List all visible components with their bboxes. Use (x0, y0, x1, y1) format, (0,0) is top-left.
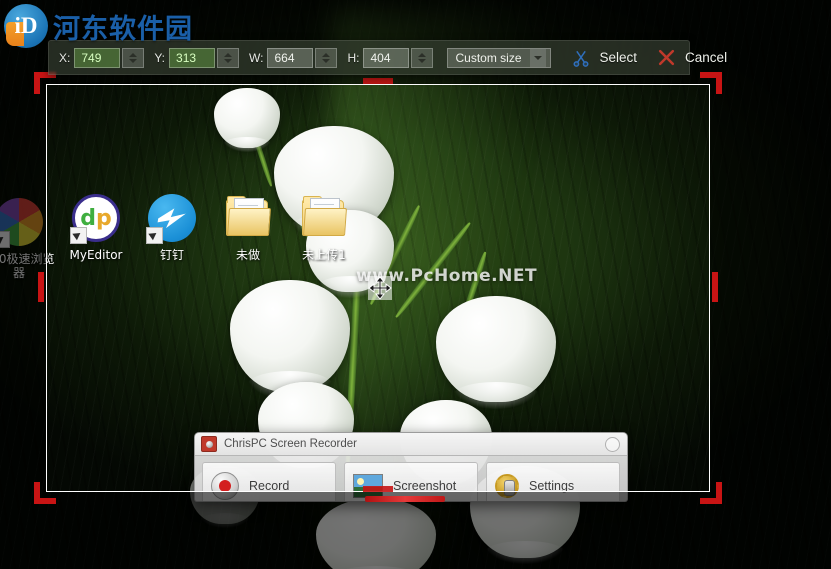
selection-handle-top-left[interactable] (34, 72, 56, 94)
height-input[interactable]: 404 (363, 47, 410, 68)
select-button[interactable]: Select (571, 48, 638, 68)
x-input[interactable]: 749 (74, 47, 121, 68)
size-preset-dropdown[interactable]: Custom size (447, 47, 551, 68)
window-title: ChrisPC Screen Recorder (224, 438, 357, 450)
site-logo: iD 河东软件园 (4, 4, 193, 48)
height-spinner[interactable] (411, 47, 434, 68)
selection-handle-left[interactable] (38, 272, 44, 302)
record-label: Record (249, 479, 290, 493)
selection-handle-bottom-right[interactable] (700, 482, 722, 504)
settings-label: Settings (529, 479, 575, 493)
width-field[interactable]: W: 664 (249, 47, 338, 69)
width-label: W: (249, 50, 264, 65)
x-mark-icon (658, 49, 675, 66)
window-titlebar[interactable]: ChrisPC Screen Recorder (195, 433, 627, 456)
selection-handle-top-right[interactable] (700, 72, 722, 94)
height-field[interactable]: H: 404 (347, 47, 434, 69)
desktop-icon-label: 钉钉 (159, 248, 184, 262)
shortcut-arrow-icon (70, 227, 87, 244)
screenshot-label: Screenshot (393, 479, 457, 493)
flower-bell (436, 296, 556, 410)
spinner-up-icon[interactable] (224, 52, 233, 57)
spinner-down-icon[interactable] (418, 58, 427, 63)
desktop-icon-dingtalk[interactable]: 钉钉 (135, 194, 209, 262)
spinner-up-icon[interactable] (418, 52, 427, 57)
desktop-icon-label: 未做 (235, 248, 260, 262)
selection-handle-top[interactable] (363, 78, 393, 84)
selection-handle-right[interactable] (712, 272, 718, 302)
width-spinner[interactable] (315, 47, 338, 68)
spinner-down-icon[interactable] (224, 58, 233, 63)
move-cursor-icon (368, 276, 392, 300)
desktop-icon-label: MyEditor (69, 248, 123, 262)
y-coordinate-field[interactable]: Y: 313 (154, 47, 240, 69)
size-preset-value: Custom size (455, 50, 522, 65)
desktop-icon-myeditor[interactable]: dp MyEditor (59, 194, 133, 262)
camera-icon (201, 436, 217, 452)
y-input[interactable]: 313 (169, 47, 216, 68)
x-label: X: (59, 50, 71, 65)
folder-icon (300, 194, 348, 242)
width-input[interactable]: 664 (267, 47, 314, 68)
desktop-icon-folder-weizuo[interactable]: 未做 (211, 194, 285, 262)
select-label: Select (599, 50, 638, 65)
selection-handle-bottom[interactable] (363, 486, 393, 492)
flower-bell (230, 280, 350, 400)
spinner-down-icon[interactable] (129, 58, 138, 63)
record-progress-smear (365, 496, 445, 502)
x-coordinate-field[interactable]: X: 749 (59, 47, 145, 69)
dingtalk-icon (146, 194, 196, 244)
x-spinner[interactable] (122, 47, 145, 68)
cancel-button[interactable]: Cancel (657, 48, 727, 67)
site-logo-glyph: iD (14, 13, 38, 38)
scissors-icon (573, 50, 589, 67)
site-logo-text: 河东软件园 (53, 13, 193, 45)
flower-bell (214, 88, 280, 153)
circle-button-icon[interactable] (605, 437, 620, 452)
chevron-down-icon[interactable] (529, 48, 546, 67)
dp-circle-icon: dp (70, 194, 120, 244)
selection-handle-bottom-left[interactable] (34, 482, 56, 504)
shortcut-arrow-icon (146, 227, 163, 244)
y-label: Y: (154, 50, 166, 65)
spinner-down-icon[interactable] (322, 58, 331, 63)
desktop-icon-folder-weishangchuan[interactable]: 未上传1 (287, 194, 361, 262)
desktop-icon-label: 未上传1 (302, 248, 346, 262)
spinner-up-icon[interactable] (322, 52, 331, 57)
folder-icon (224, 194, 272, 242)
y-spinner[interactable] (217, 47, 240, 68)
spinner-up-icon[interactable] (129, 52, 138, 57)
cancel-label: Cancel (685, 50, 728, 65)
dim-overlay-right (710, 84, 831, 492)
height-label: H: (347, 50, 360, 65)
site-logo-mark: iD (4, 4, 48, 48)
